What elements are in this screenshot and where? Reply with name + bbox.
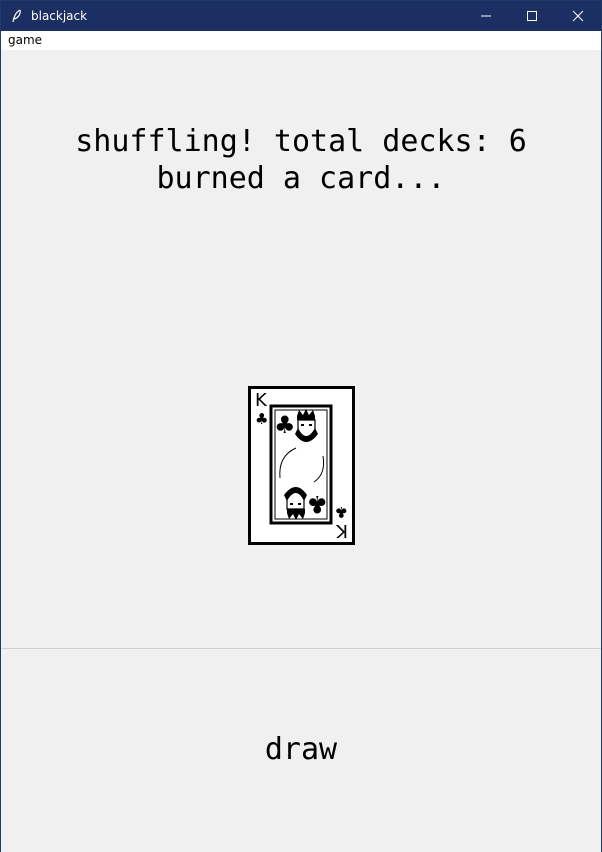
minimize-icon — [481, 15, 491, 17]
window-title: blackjack — [31, 9, 88, 23]
status-line-1: shuffling! total decks: 6 — [75, 124, 527, 159]
playing-card: K ♣ K ♣ ♣ ♣ — [248, 386, 355, 545]
card-rank-bottom: K — [335, 520, 348, 541]
title-bar[interactable]: blackjack — [1, 1, 601, 31]
draw-button[interactable]: draw — [1, 649, 601, 852]
game-table: shuffling! total decks: 6 burned a card.… — [1, 50, 601, 648]
card-suit-top: ♣ — [255, 410, 268, 428]
menu-game[interactable]: game — [8, 33, 42, 48]
minimize-button[interactable] — [463, 1, 509, 31]
card-suit-bottom: ♣ — [335, 503, 348, 521]
close-button[interactable] — [555, 1, 601, 31]
app-window: blackjack game shuffling! total decks: 6… — [0, 0, 602, 852]
svg-text:♣: ♣ — [306, 490, 328, 518]
feather-icon — [9, 8, 25, 24]
draw-button-label: draw — [264, 732, 338, 767]
menu-bar: game — [1, 31, 601, 50]
card-rank-top: K — [255, 390, 268, 411]
maximize-button[interactable] — [509, 1, 555, 31]
close-icon — [572, 10, 584, 22]
svg-text:♣: ♣ — [274, 411, 296, 439]
status-line-2: burned a card... — [156, 161, 446, 196]
maximize-icon — [527, 11, 537, 21]
